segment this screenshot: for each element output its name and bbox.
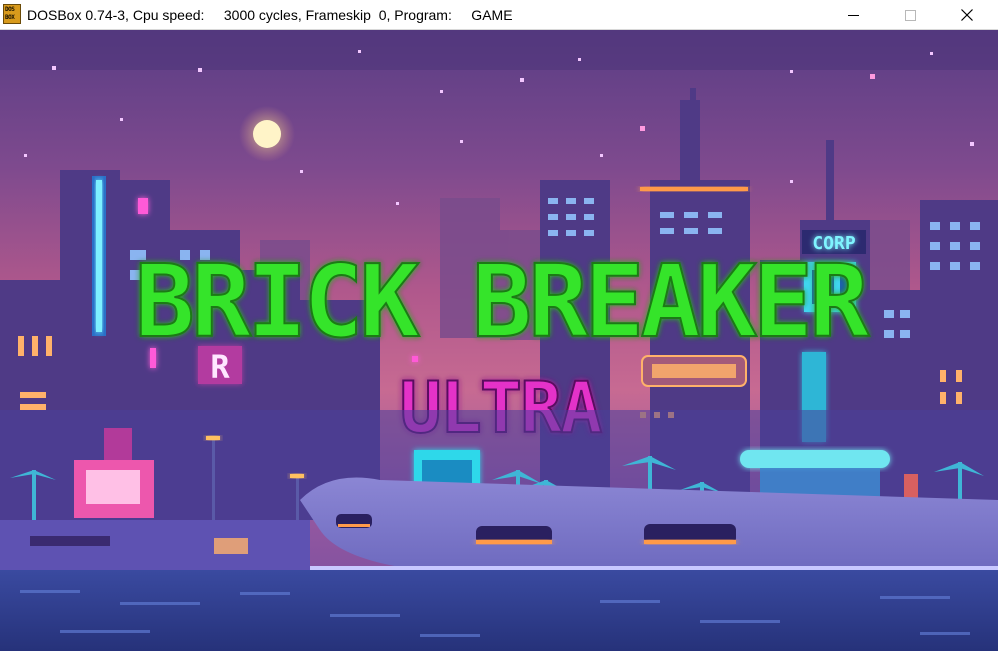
minimize-button[interactable] [830, 0, 876, 30]
orange-neon-sign [641, 355, 747, 387]
moon [253, 120, 281, 148]
game-screen[interactable]: R CORP BRICK BREAKER ULTRA [0, 30, 998, 651]
maximize-button[interactable] [887, 0, 933, 30]
maximize-icon [904, 9, 916, 21]
close-button[interactable] [944, 0, 990, 30]
app-icon-text-top: DOS [5, 6, 15, 13]
dosbox-app-icon: DOS BOX [3, 4, 21, 24]
close-icon [961, 9, 973, 21]
dosbox-window: DOS BOX DOSBox 0.74-3, Cpu speed: 3000 c… [0, 0, 998, 651]
app-icon-text-bottom: BOX [5, 14, 15, 21]
minimize-icon [847, 14, 859, 16]
pixel-city-scene: R CORP BRICK BREAKER ULTRA [0, 30, 998, 651]
window-title: DOSBox 0.74-3, Cpu speed: 3000 cycles, F… [27, 7, 513, 23]
title-line-1: BRICK BREAKER [135, 243, 870, 360]
water [0, 570, 998, 651]
title-bar[interactable]: DOS BOX DOSBox 0.74-3, Cpu speed: 3000 c… [0, 0, 998, 30]
